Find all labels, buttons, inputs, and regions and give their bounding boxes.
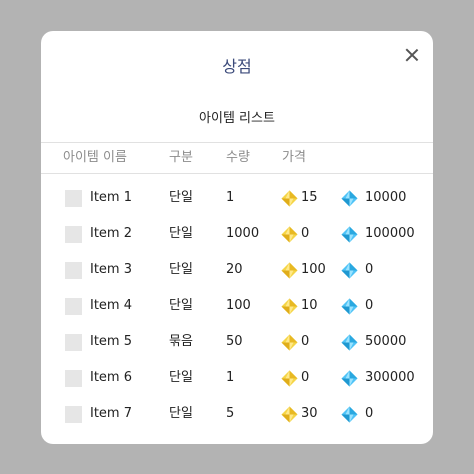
item-type: 단일 <box>169 190 193 205</box>
table-row: Item 2 단일 1000 0 100000 <box>41 216 433 252</box>
item-name: Item 1 <box>90 190 132 205</box>
item-type: 단일 <box>169 226 193 241</box>
item-checkbox[interactable] <box>65 406 82 423</box>
header-item-name: 아이템 이름 <box>63 150 127 165</box>
gold-price: 0 <box>301 226 310 241</box>
item-type: 단일 <box>169 298 193 313</box>
gem-price: 0 <box>365 262 374 277</box>
blue-gem-icon <box>341 262 358 279</box>
item-checkbox[interactable] <box>65 226 82 243</box>
gold-diamond-icon <box>281 370 298 387</box>
gold-price: 100 <box>301 262 326 277</box>
table-row: Item 5 묶음 50 0 50000 <box>41 324 433 360</box>
gold-price: 0 <box>301 370 310 385</box>
blue-gem-icon <box>341 298 358 315</box>
gold-diamond-icon <box>281 298 298 315</box>
gem-price: 0 <box>365 298 374 313</box>
item-checkbox[interactable] <box>65 190 82 207</box>
item-checkbox[interactable] <box>65 298 82 315</box>
divider <box>41 142 433 143</box>
item-quantity: 1000 <box>226 226 260 241</box>
item-checkbox[interactable] <box>65 370 82 387</box>
item-name: Item 3 <box>90 262 132 277</box>
gold-price: 15 <box>301 190 318 205</box>
gem-price: 50000 <box>365 334 407 349</box>
gold-diamond-icon <box>281 262 298 279</box>
blue-gem-icon <box>341 226 358 243</box>
table-row: Item 7 단일 5 30 0 <box>41 396 433 432</box>
item-type: 단일 <box>169 262 193 277</box>
item-list-heading: 아이템 리스트 <box>199 111 275 126</box>
table-row: Item 6 단일 1 0 300000 <box>41 360 433 396</box>
gold-price: 30 <box>301 406 318 421</box>
item-quantity: 100 <box>226 298 251 313</box>
header-quantity: 수량 <box>226 150 250 165</box>
blue-gem-icon <box>341 190 358 207</box>
gold-price: 0 <box>301 334 310 349</box>
shop-modal: 상점 아이템 리스트 아이템 이름 구분 수량 가격 Item 1 단일 1 1… <box>41 31 433 444</box>
header-type: 구분 <box>169 150 193 165</box>
table-row: Item 1 단일 1 15 10000 <box>41 180 433 216</box>
item-quantity: 20 <box>226 262 243 277</box>
header-price: 가격 <box>282 150 306 165</box>
gold-diamond-icon <box>281 334 298 351</box>
blue-gem-icon <box>341 406 358 423</box>
item-quantity: 1 <box>226 190 235 205</box>
gold-diamond-icon <box>281 190 298 207</box>
gold-price: 10 <box>301 298 318 313</box>
item-checkbox[interactable] <box>65 334 82 351</box>
item-quantity: 5 <box>226 406 235 421</box>
item-name: Item 6 <box>90 370 132 385</box>
item-type: 묶음 <box>169 334 193 349</box>
gem-price: 300000 <box>365 370 415 385</box>
gem-price: 0 <box>365 406 374 421</box>
table-header: 아이템 이름 구분 수량 가격 <box>41 147 433 169</box>
close-icon[interactable] <box>403 46 421 64</box>
item-quantity: 1 <box>226 370 235 385</box>
item-type: 단일 <box>169 370 193 385</box>
item-list: Item 1 단일 1 15 10000 Item 2 단일 1000 0 10… <box>41 180 433 432</box>
modal-title: 상점 <box>222 57 252 76</box>
table-row: Item 4 단일 100 10 0 <box>41 288 433 324</box>
table-row: Item 3 단일 20 100 0 <box>41 252 433 288</box>
blue-gem-icon <box>341 370 358 387</box>
blue-gem-icon <box>341 334 358 351</box>
item-type: 단일 <box>169 406 193 421</box>
item-checkbox[interactable] <box>65 262 82 279</box>
item-name: Item 7 <box>90 406 132 421</box>
item-name: Item 4 <box>90 298 132 313</box>
item-name: Item 5 <box>90 334 132 349</box>
divider <box>41 173 433 174</box>
item-quantity: 50 <box>226 334 243 349</box>
gold-diamond-icon <box>281 226 298 243</box>
gem-price: 100000 <box>365 226 415 241</box>
item-name: Item 2 <box>90 226 132 241</box>
gold-diamond-icon <box>281 406 298 423</box>
gem-price: 10000 <box>365 190 407 205</box>
